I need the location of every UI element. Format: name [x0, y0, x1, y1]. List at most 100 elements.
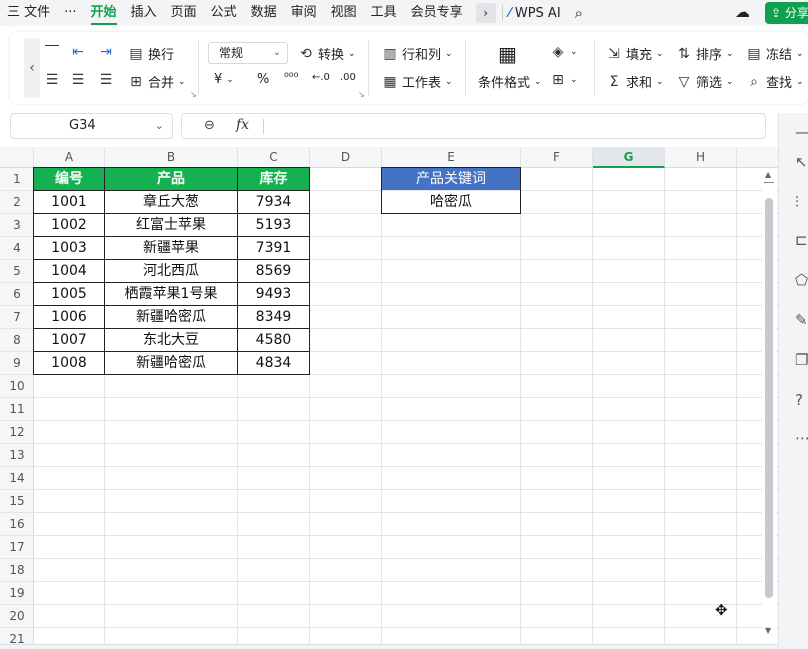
find-button[interactable]: ⌕ 查找 ⌄ [746, 72, 803, 92]
row-header-3[interactable]: 3 [0, 214, 34, 237]
align-center-icon[interactable]: ☰ [70, 72, 86, 88]
name-box[interactable]: G34 ⌄ [10, 113, 173, 139]
more-icon[interactable]: ⋯ [795, 429, 808, 447]
menu-item-0[interactable]: 三 文件 [0, 0, 57, 26]
menu-item-9[interactable]: 工具 [364, 0, 404, 26]
currency-button[interactable]: ¥ ⌄ [214, 72, 234, 87]
formula-input[interactable]: ⊖ fx [181, 113, 766, 139]
row-header-8[interactable]: 8 [0, 329, 34, 352]
column-header-H[interactable]: H [665, 147, 737, 168]
row-header-13[interactable]: 13 [0, 444, 34, 467]
scroll-thumb[interactable] [765, 198, 773, 598]
sort-button[interactable]: ⇅ 排序 ⌄ [676, 44, 733, 64]
table-cell[interactable]: 8569 [238, 260, 309, 282]
pointer-icon[interactable]: ↖ [795, 153, 808, 171]
adjust-icon[interactable]: ⫶ [795, 193, 799, 211]
table-cell[interactable]: 1005 [34, 283, 104, 305]
row-header-12[interactable]: 12 [0, 421, 34, 444]
align-right-icon[interactable]: ☰ [98, 72, 114, 88]
dialog-launcher-icon[interactable]: ↘ [190, 90, 197, 99]
row-header-20[interactable]: 20 [0, 605, 34, 628]
menu-more-icon[interactable]: › [475, 3, 496, 23]
worksheet-button[interactable]: ▦ 工作表 ⌄ [382, 72, 452, 92]
column-header-F[interactable]: F [521, 147, 593, 168]
menu-item-3[interactable]: 插入 [124, 0, 164, 26]
dialog-launcher-icon[interactable]: ↘ [358, 90, 365, 99]
indent-increase-icon[interactable]: ⇥ [98, 44, 114, 60]
vertical-scrollbar[interactable]: ▲ ▼ [762, 168, 776, 644]
wps-ai-button[interactable]: ⁄ WPS AI [503, 6, 567, 21]
row-header-10[interactable]: 10 [0, 375, 34, 398]
row-header-9[interactable]: 9 [0, 352, 34, 375]
shapes-icon[interactable]: ⬠ [795, 271, 808, 289]
chevron-down-icon[interactable]: ⌄ [155, 114, 164, 138]
zoom-formula-icon[interactable]: ⊖ [204, 118, 215, 133]
menu-item-5[interactable]: 公式 [204, 0, 244, 26]
help-icon[interactable]: ? [795, 391, 803, 409]
format-icon[interactable]: ⊏ [795, 231, 808, 249]
scroll-up-icon[interactable]: ▲ [765, 170, 771, 179]
filter-button[interactable]: ▽ 筛选 ⌄ [676, 72, 734, 92]
fill-button[interactable]: ⇲ 填充 ⌄ [606, 44, 663, 64]
row-header-14[interactable]: 14 [0, 467, 34, 490]
table-cell[interactable]: 1007 [34, 329, 104, 351]
share-button[interactable]: ⇪ 分享 [765, 2, 808, 24]
menu-item-4[interactable]: 页面 [164, 0, 204, 26]
wrap-text-button[interactable]: ▤ 换行 [128, 44, 174, 64]
table-cell[interactable]: 7391 [238, 237, 309, 259]
scroll-down-icon[interactable]: ▼ [765, 626, 771, 635]
borders-button[interactable]: ⊞ ⌄ [550, 72, 577, 88]
table-cell[interactable]: 1001 [34, 191, 104, 213]
row-header-1[interactable]: 1 [0, 168, 34, 191]
row-header-15[interactable]: 15 [0, 490, 34, 513]
row-header-11[interactable]: 11 [0, 398, 34, 421]
table-cell[interactable]: 新疆哈密瓜 [105, 306, 237, 328]
panel-collapse-icon[interactable]: — [795, 123, 808, 141]
table-cell[interactable]: 9493 [238, 283, 309, 305]
table-cell[interactable]: 章丘大葱 [105, 191, 237, 213]
number-format-select[interactable]: 常规 ⌄ [208, 42, 288, 64]
decrease-decimal-icon[interactable]: .00 [340, 72, 356, 83]
percent-button[interactable]: % [257, 72, 269, 87]
keyword-header-cell[interactable]: 产品关键词 [382, 168, 520, 190]
sum-button[interactable]: Σ 求和 ⌄ [606, 72, 664, 92]
convert-button[interactable]: ⟲ 转换 ⌄ [298, 44, 355, 64]
column-header-C[interactable]: C [238, 147, 310, 168]
menu-item-6[interactable]: 数据 [244, 0, 284, 26]
table-header-cell[interactable]: 产品 [105, 168, 237, 190]
conditional-format-icon[interactable]: ▦ [498, 42, 517, 66]
table-cell[interactable]: 7934 [238, 191, 309, 213]
table-cell[interactable]: 河北西瓜 [105, 260, 237, 282]
row-header-17[interactable]: 17 [0, 536, 34, 559]
tools-icon[interactable]: ✎ [795, 311, 808, 329]
thousands-separator-button[interactable]: ⁰⁰⁰ [284, 70, 298, 84]
table-cell[interactable]: 1006 [34, 306, 104, 328]
menu-item-10[interactable]: 会员专享 [404, 0, 470, 26]
merge-cells-button[interactable]: ⊞ 合并 ⌄ [128, 72, 185, 92]
row-header-6[interactable]: 6 [0, 283, 34, 306]
table-cell[interactable]: 8349 [238, 306, 309, 328]
cell-style-button[interactable]: ◈ ⌄ [550, 44, 578, 60]
table-cell[interactable]: 1008 [34, 352, 104, 374]
table-cell[interactable]: 1002 [34, 214, 104, 236]
table-header-cell[interactable]: 库存 [238, 168, 309, 190]
freeze-button[interactable]: ▤ 冻结 ⌄ [746, 44, 803, 64]
select-all-corner[interactable] [0, 147, 34, 168]
row-header-16[interactable]: 16 [0, 513, 34, 536]
indent-decrease-icon[interactable]: ⇤ [70, 44, 86, 60]
table-cell[interactable]: 5193 [238, 214, 309, 236]
column-header-G[interactable]: G [593, 147, 665, 168]
row-column-button[interactable]: ▥ 行和列 ⌄ [382, 44, 452, 64]
column-header-D[interactable]: D [310, 147, 382, 168]
row-header-5[interactable]: 5 [0, 260, 34, 283]
search-icon[interactable]: ⌕ [567, 4, 591, 22]
table-cell[interactable]: 新疆哈密瓜 [105, 352, 237, 374]
align-top-icon[interactable]: ⎺ [44, 44, 60, 60]
menu-item-7[interactable]: 审阅 [284, 0, 324, 26]
keyword-value-cell[interactable]: 哈密瓜 [382, 191, 520, 213]
table-header-cell[interactable]: 编号 [34, 168, 104, 190]
row-header-7[interactable]: 7 [0, 306, 34, 329]
insert-function-icon[interactable]: fx [236, 117, 249, 133]
column-header-A[interactable]: A [34, 147, 105, 168]
menu-item-1[interactable]: ··· [57, 0, 83, 26]
